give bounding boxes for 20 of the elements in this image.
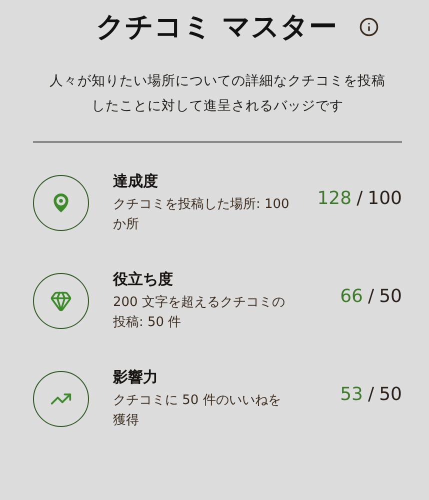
- description-text: 人々が知りたい場所についての詳細なクチコミを投稿: [50, 72, 386, 90]
- separator: /: [356, 188, 363, 208]
- criterion-detail: 200 文字を超えるクチコミの投稿: 50 件: [113, 294, 286, 332]
- description-text: したことに対して進呈されるバッジです: [92, 97, 344, 115]
- current-count: 66: [340, 286, 364, 306]
- criterion-name: 達成度: [113, 172, 159, 190]
- target-count: 100: [368, 188, 402, 208]
- page-title: クチコミ マスター: [96, 9, 337, 45]
- separator: /: [368, 384, 374, 404]
- criterion-name: 影響力: [113, 368, 159, 386]
- target-count: 50: [379, 384, 402, 404]
- info-icon[interactable]: [358, 17, 379, 37]
- criterion-detail: クチコミに 50 件のいいねを獲得: [113, 392, 282, 430]
- criterion-detail: クチコミを投稿した場所: 100 か所: [113, 196, 290, 234]
- diamond-icon: [50, 290, 72, 312]
- separator: /: [368, 286, 374, 306]
- current-count: 128: [317, 188, 352, 208]
- target-count: 50: [379, 286, 402, 306]
- criterion-name: 役立ち度: [113, 270, 174, 288]
- current-count: 53: [340, 384, 364, 404]
